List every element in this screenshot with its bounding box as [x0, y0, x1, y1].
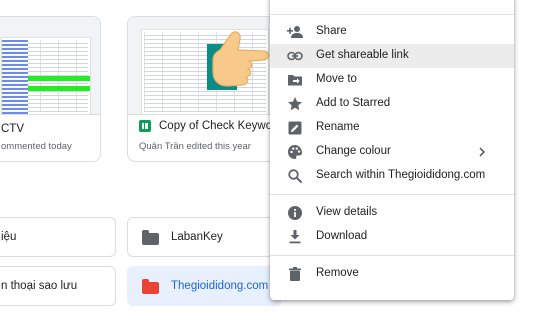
download-icon — [289, 230, 301, 244]
star-icon — [288, 97, 302, 111]
link-icon — [287, 51, 303, 61]
menu-item-change-colour[interactable]: Change colour — [270, 140, 514, 164]
file-card-ctv[interactable]: CTV ommented today — [0, 16, 101, 162]
google-sheets-icon — [139, 120, 151, 132]
menu-item-share[interactable]: Share — [270, 20, 514, 44]
menu-item-label: Get shareable link — [316, 49, 409, 61]
folder-icon — [142, 279, 159, 294]
info-icon — [288, 206, 302, 220]
folder-thegioididong[interactable]: Thegioididong.com — [127, 266, 282, 306]
menu-item-label: Change colour — [316, 145, 391, 157]
folder-labankey[interactable]: LabanKey — [127, 217, 282, 257]
highlight-row — [28, 86, 90, 91]
menu-item-view-details[interactable]: View details — [270, 201, 514, 225]
menu-item-download[interactable]: Download — [270, 225, 514, 249]
folder-label: LabanKey — [171, 231, 223, 243]
pointing-hand-icon — [212, 31, 270, 87]
rename-pencil-icon — [288, 121, 302, 135]
menu-item-partial[interactable] — [270, 0, 514, 12]
folder-label: Thegioididong.com — [171, 280, 269, 292]
file-thumbnail — [0, 17, 100, 115]
folder-item[interactable]: iệu — [0, 217, 116, 257]
palette-icon — [288, 145, 302, 159]
menu-item-rename[interactable]: Rename — [270, 116, 514, 140]
spreadsheet-preview — [1, 37, 91, 115]
menu-divider — [270, 14, 514, 15]
file-title: Copy of Check Keyword — [159, 120, 282, 132]
search-icon — [288, 169, 303, 184]
menu-divider — [270, 255, 514, 256]
file-subtitle: ommented today — [1, 141, 72, 152]
menu-divider — [270, 194, 514, 195]
file-subtitle: Quân Trần edited this year — [139, 141, 251, 152]
menu-item-label: Rename — [316, 121, 360, 133]
folder-item[interactable]: n thoại sao lưu — [0, 266, 116, 306]
menu-item-remove[interactable]: Remove — [270, 262, 514, 286]
menu-item-label: Download — [316, 230, 368, 242]
folder-label: iệu — [1, 231, 17, 243]
menu-item-label: View details — [316, 206, 378, 218]
menu-item-search-within[interactable]: Search within Thegioididong.com — [270, 164, 514, 188]
add-person-icon — [287, 26, 303, 38]
trash-icon — [289, 267, 301, 281]
menu-item-label: Move to — [316, 73, 357, 85]
context-menu: Share Get shareable link Move to Add to … — [270, 0, 514, 300]
open-with-icon — [287, 0, 303, 8]
menu-item-add-to-starred[interactable]: Add to Starred — [270, 92, 514, 116]
folder-label: n thoại sao lưu — [1, 280, 78, 292]
highlight-row — [28, 76, 90, 81]
menu-item-move-to[interactable]: Move to — [270, 68, 514, 92]
menu-item-label: Add to Starred — [316, 97, 391, 109]
folder-icon — [142, 230, 159, 245]
menu-item-label: Share — [316, 25, 347, 37]
chevron-right-icon — [479, 147, 486, 157]
menu-item-label: Search within Thegioididong.com — [316, 169, 486, 181]
menu-item-label: Remove — [316, 267, 359, 279]
menu-item-get-shareable-link[interactable]: Get shareable link — [270, 44, 514, 68]
move-to-folder-icon — [288, 75, 302, 86]
file-title: CTV — [1, 123, 24, 135]
